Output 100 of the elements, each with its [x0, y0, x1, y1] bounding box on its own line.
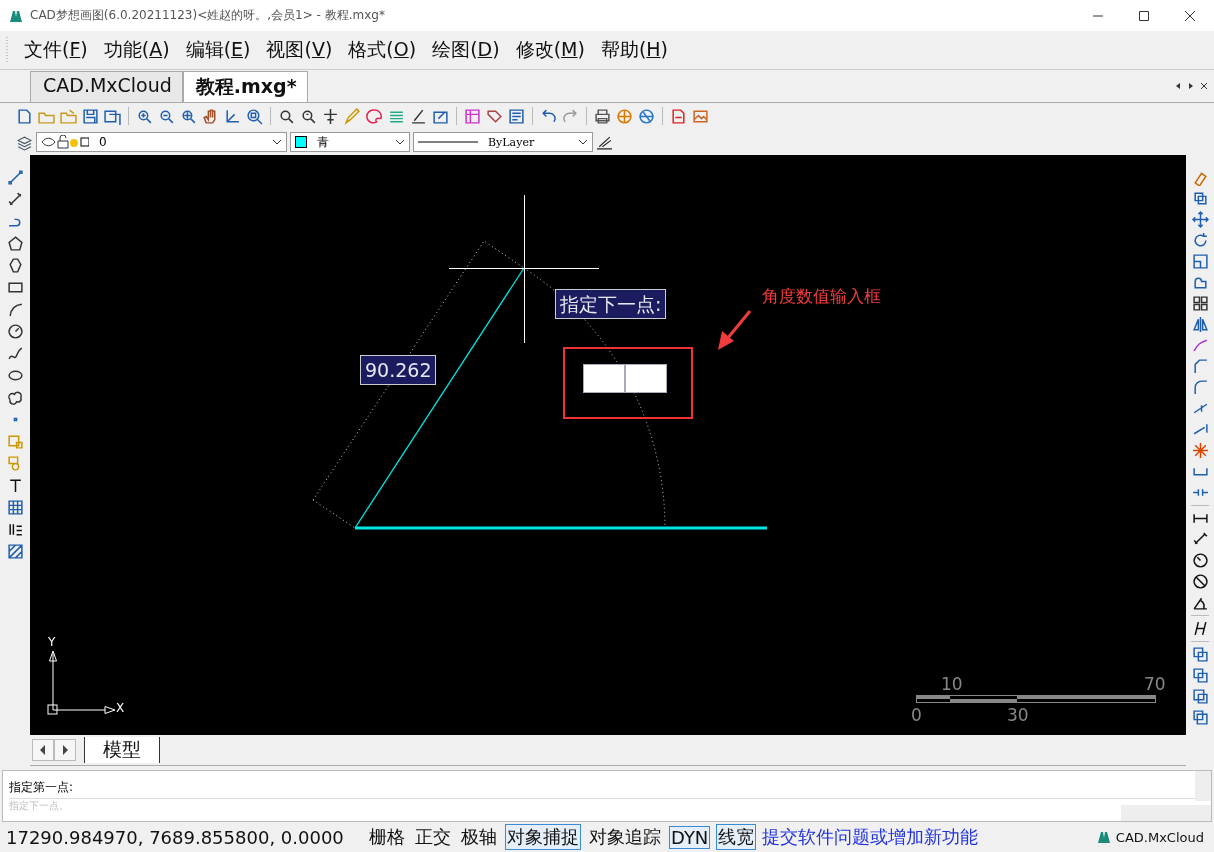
color-table-icon[interactable] — [464, 107, 481, 125]
bring-front-icon[interactable] — [1191, 646, 1209, 663]
zoom-in-icon[interactable] — [136, 107, 153, 125]
spline-icon[interactable] — [6, 345, 24, 362]
menu-item[interactable]: 帮助(H) — [592, 37, 676, 63]
scale-label: 70 — [1144, 674, 1166, 694]
zoom-extents-icon[interactable] — [180, 107, 197, 125]
pdf-file-icon[interactable] — [670, 107, 687, 125]
status-toggle[interactable]: 正交 — [413, 824, 453, 850]
send-back-icon[interactable] — [1191, 667, 1209, 684]
scale-label: 10 — [941, 674, 963, 694]
zoom-window-icon[interactable] — [246, 107, 263, 125]
properties-icon[interactable] — [508, 107, 525, 125]
zoom-out-icon[interactable] — [158, 107, 175, 125]
dimension-line-icon[interactable] — [6, 191, 24, 208]
layer-dropdown[interactable]: 0 — [36, 132, 287, 152]
globe-arrow-icon[interactable] — [638, 107, 655, 125]
axis-label: Y — [48, 635, 56, 649]
drawing-canvas[interactable]: 90.262 指定下一点: 角度数值输入框 Y X 10 70 0 30 — [30, 155, 1186, 735]
color-dropdown[interactable]: 青 — [290, 132, 410, 152]
status-toggle[interactable]: 对象追踪 — [587, 824, 663, 850]
radius-icon[interactable] — [1191, 552, 1209, 569]
zoom-realtime-icon[interactable] — [300, 107, 317, 125]
feedback-link[interactable]: 提交软件问题或增加新功能 — [762, 825, 979, 849]
line-icon[interactable] — [6, 169, 24, 186]
layout-tab[interactable]: 模型 — [84, 737, 160, 763]
new-file-icon[interactable] — [16, 107, 33, 125]
zoom-previous-icon[interactable] — [278, 107, 295, 125]
hatch-icon[interactable] — [6, 543, 24, 560]
status-toggle[interactable]: 对象捕捉 — [505, 824, 581, 850]
menu-item[interactable]: 视图(V) — [258, 37, 341, 63]
copy-icon[interactable] — [1191, 190, 1209, 207]
layer-state-icon — [41, 135, 89, 149]
status-toggle[interactable]: 极轴 — [459, 824, 499, 850]
save-icon[interactable] — [82, 107, 99, 125]
chamfer-icon[interactable] — [1191, 358, 1209, 375]
save-all-icon[interactable] — [104, 107, 121, 125]
angle-input-field[interactable] — [625, 364, 667, 393]
status-toggle[interactable]: DYN — [669, 825, 711, 849]
layers-icon[interactable] — [16, 133, 33, 151]
annotation-arrow — [718, 310, 752, 350]
menu-item[interactable]: 文件(F) — [16, 37, 96, 63]
chevron-down-icon — [395, 139, 405, 145]
coordinates-readout: 17290.984970, 7689.855800, 0.0000 — [6, 826, 345, 848]
document-tab[interactable]: 教程.mxg* — [182, 71, 308, 102]
previous-tab-icon[interactable] — [32, 739, 54, 761]
brand-name: CAD.MxCloud — [1115, 829, 1204, 845]
status-toggle[interactable]: 栅格 — [367, 824, 407, 850]
tag-icon[interactable] — [486, 107, 503, 125]
linetype-dropdown[interactable]: ByLayer — [413, 132, 593, 152]
axis-icon[interactable] — [224, 107, 241, 125]
bring-above-icon[interactable] — [1191, 688, 1209, 705]
globe-icon[interactable] — [616, 107, 633, 125]
cloud-icon[interactable] — [6, 389, 24, 406]
close-icon[interactable] — [1200, 82, 1208, 90]
axis-label: X — [116, 701, 125, 715]
menu-item[interactable]: 格式(O) — [340, 37, 425, 63]
scroll-left-icon[interactable] — [1174, 82, 1182, 90]
vertical-scrollbar[interactable] — [1195, 771, 1211, 801]
angle-input-field[interactable] — [583, 364, 625, 393]
menu-item[interactable]: 功能(A) — [95, 37, 178, 63]
chevron-down-icon — [272, 139, 282, 145]
undo-icon[interactable] — [540, 107, 557, 125]
line-sample-icon — [418, 140, 478, 144]
palette-icon[interactable] — [366, 107, 383, 125]
scale-label: 30 — [1007, 705, 1029, 725]
explode-icon[interactable] — [1191, 442, 1209, 459]
table-icon[interactable] — [6, 499, 24, 516]
send-under-icon[interactable] — [1191, 709, 1209, 726]
grip-icon — [6, 35, 10, 65]
hexagon-icon[interactable] — [6, 257, 24, 274]
fillet-icon[interactable] — [1191, 379, 1209, 396]
move-icon[interactable] — [1191, 211, 1209, 228]
horizontal-scrollbar[interactable] — [1121, 805, 1211, 821]
menu-item[interactable]: 编辑(E) — [177, 37, 259, 63]
menu-item[interactable]: 绘图(D) — [424, 37, 508, 63]
status-toggle[interactable]: 线宽 — [716, 824, 757, 850]
mirror-icon[interactable] — [1191, 316, 1209, 333]
eraser-icon[interactable] — [1191, 169, 1209, 186]
picture-icon[interactable] — [692, 107, 709, 125]
paragraph-icon[interactable] — [6, 521, 24, 538]
next-tab-icon[interactable] — [54, 739, 76, 761]
scroll-right-icon[interactable] — [1187, 82, 1195, 90]
scale-icon[interactable] — [1191, 253, 1209, 270]
brush-icon[interactable] — [410, 107, 427, 125]
window-title: CAD梦想画图(6.0.20211123)<姓赵的呀。,会员1> - 教程.mxg* — [30, 7, 385, 24]
array-icon[interactable] — [1191, 295, 1209, 312]
document-tab[interactable]: CAD.MxCloud — [30, 71, 183, 102]
length-input-label: 90.262 — [360, 355, 437, 385]
prompt-tooltip: 指定下一点: — [555, 289, 667, 319]
printer-icon[interactable] — [594, 107, 611, 125]
stretch-icon[interactable] — [1191, 337, 1209, 354]
pentagon-icon[interactable] — [6, 235, 24, 252]
rotate-icon[interactable] — [1191, 232, 1209, 249]
pan-cross-icon[interactable] — [322, 107, 339, 125]
annotation-text: 角度数值输入框 — [762, 285, 881, 308]
maximize-icon[interactable] — [1138, 9, 1150, 22]
diameter-icon[interactable] — [1191, 573, 1209, 590]
close-icon[interactable] — [1184, 9, 1196, 22]
menu-item[interactable]: 修改(M) — [507, 37, 593, 63]
